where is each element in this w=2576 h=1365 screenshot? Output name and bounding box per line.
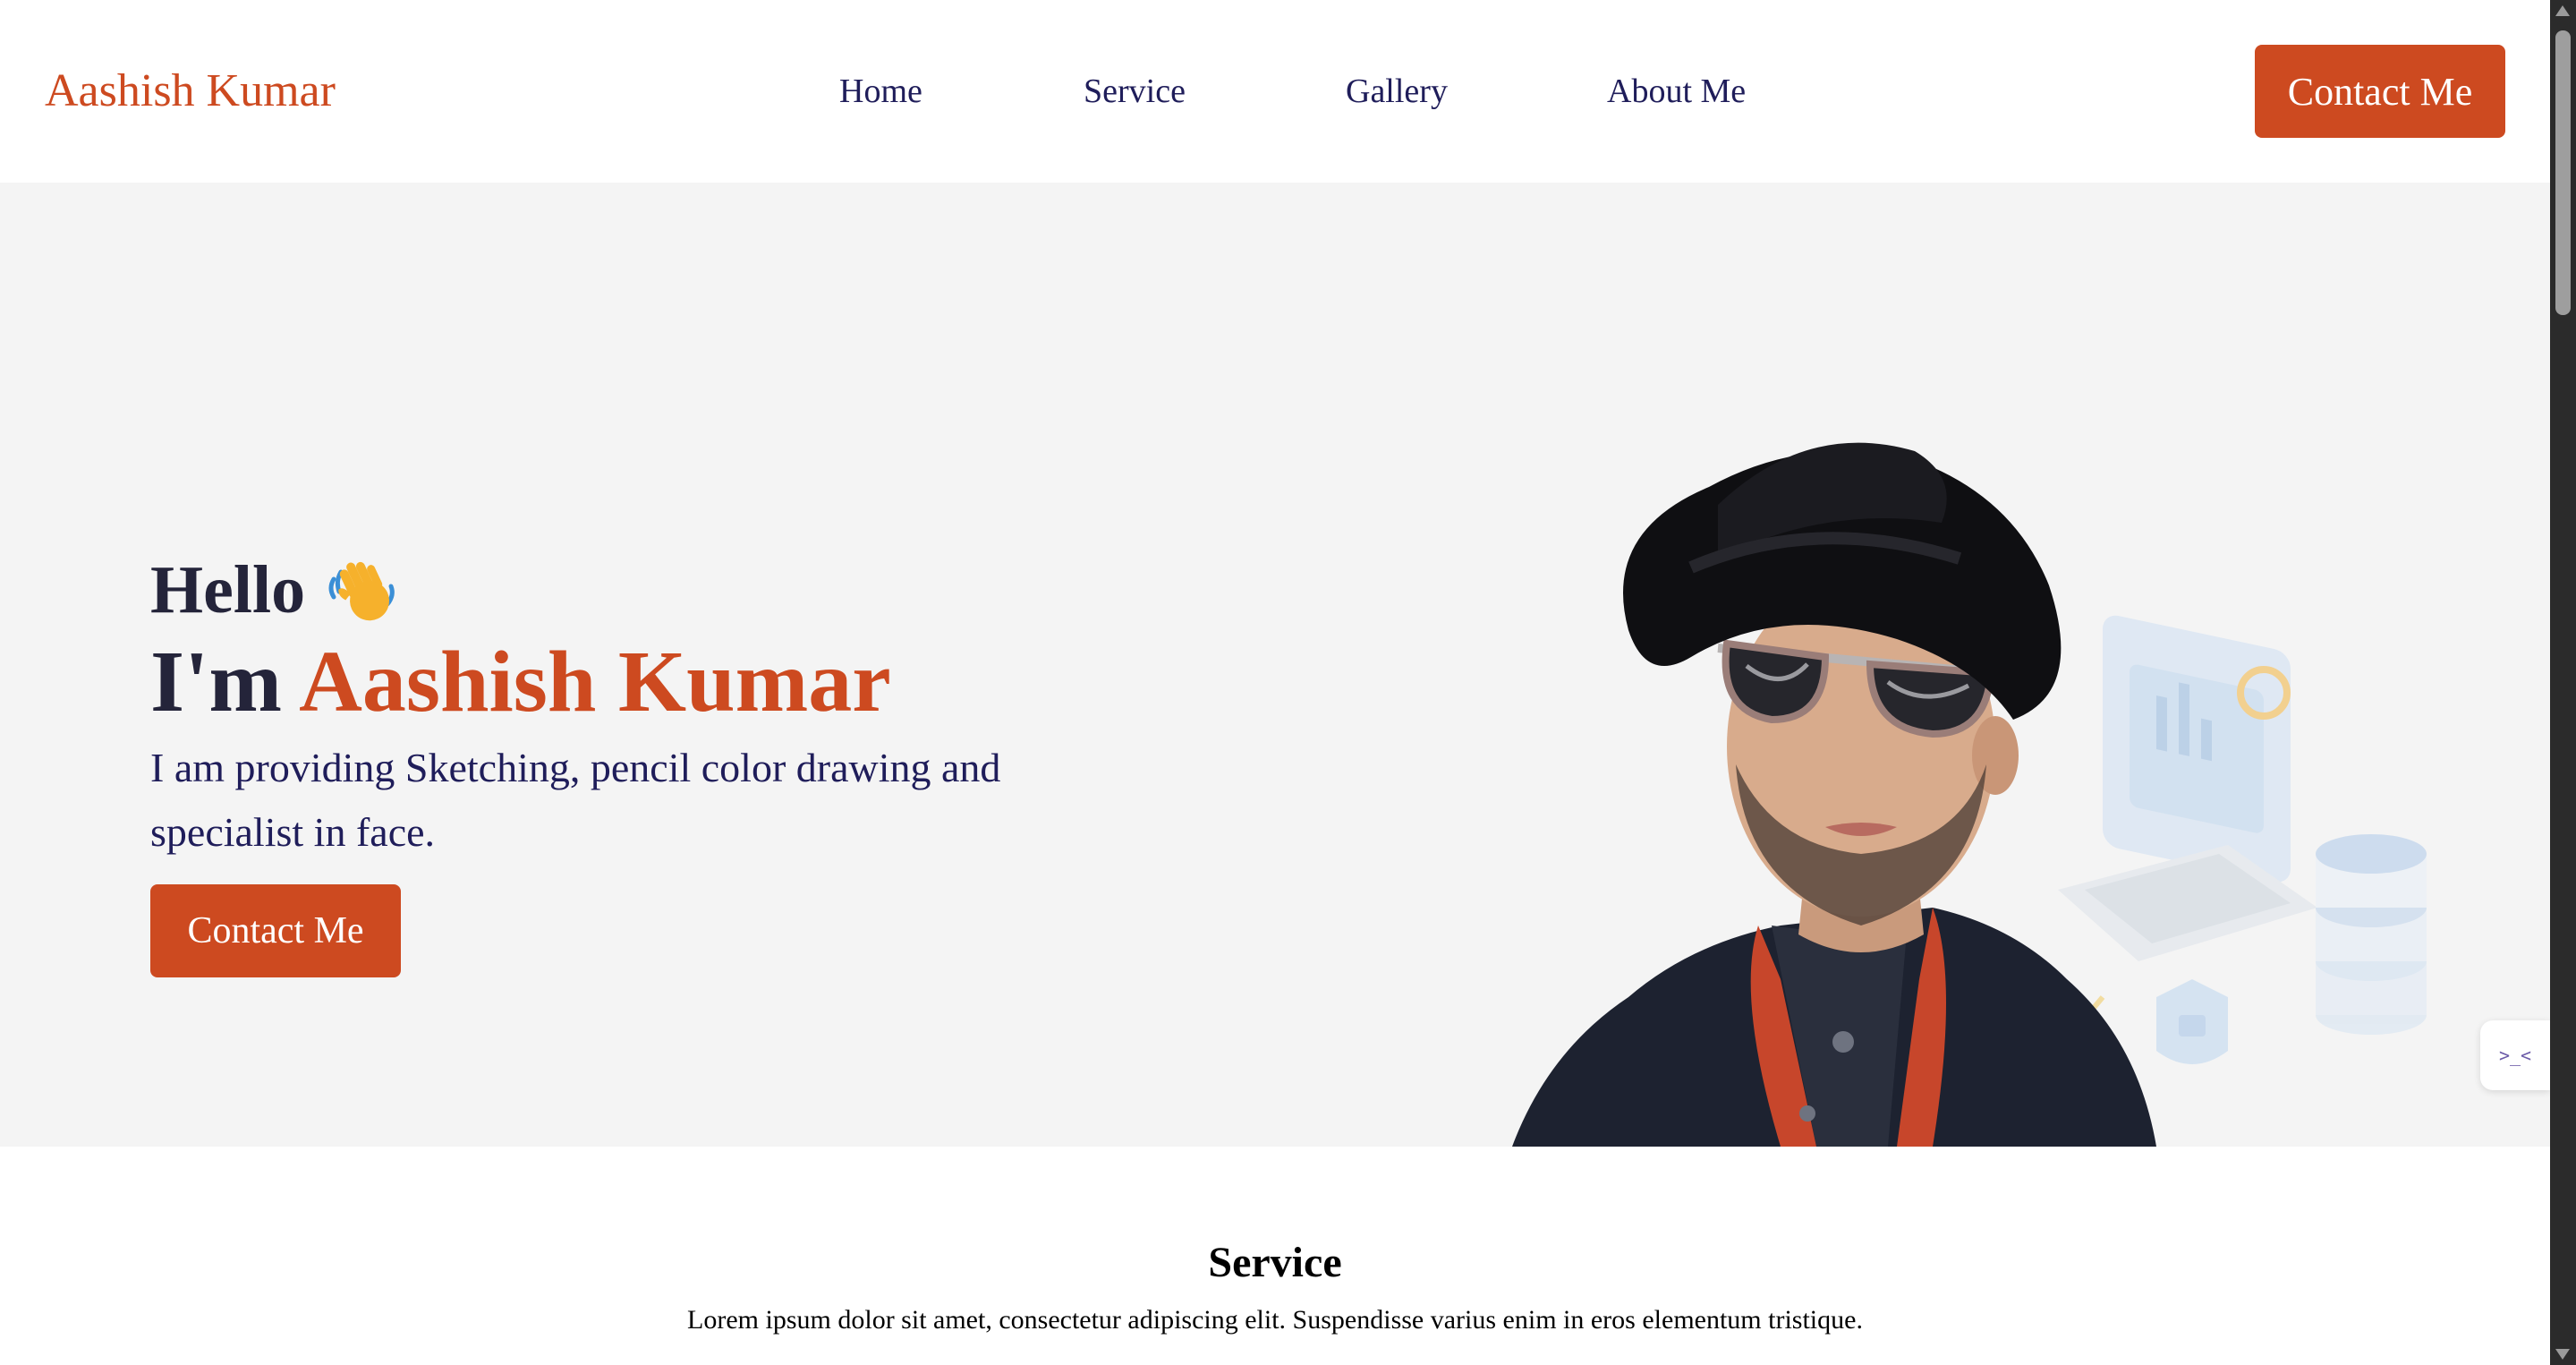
navbar: Aashish Kumar Home Service Gallery About…: [0, 0, 2550, 183]
widget-face-icon: >_<: [2498, 1045, 2532, 1066]
scroll-thumb[interactable]: [2555, 30, 2571, 315]
waving-hand-icon: [328, 561, 395, 621]
portrait-illustration: [1512, 442, 2427, 1147]
site-logo[interactable]: Aashish Kumar: [45, 63, 336, 120]
hero-intro-prefix: I'm: [150, 634, 300, 730]
hero-greeting: Hello: [150, 550, 400, 630]
hero-section: Hello I'm Aashish Kumar I am providing S…: [0, 183, 2550, 1147]
scroll-down-arrow-icon[interactable]: [2555, 1349, 2570, 1360]
nav-link-home[interactable]: Home: [839, 66, 922, 116]
hero-contact-button[interactable]: Contact Me: [150, 884, 401, 977]
floating-helper-widget[interactable]: >_<: [2480, 1020, 2550, 1090]
hero-greeting-text: Hello: [150, 552, 306, 627]
hero-name: Aashish Kumar: [299, 634, 891, 730]
scroll-up-arrow-icon[interactable]: [2555, 5, 2570, 16]
nav-link-about-me[interactable]: About Me: [1607, 66, 1746, 116]
service-description: Lorem ipsum dolor sit amet, consectetur …: [687, 1305, 1863, 1335]
service-section: Service Lorem ipsum dolor sit amet, cons…: [0, 1147, 2550, 1365]
hero-headline: I'm Aashish Kumar: [150, 630, 891, 734]
nav-link-service[interactable]: Service: [1084, 66, 1186, 116]
nav-contact-button[interactable]: Contact Me: [2255, 45, 2505, 138]
service-title: Service: [1208, 1239, 1342, 1286]
nav-link-gallery[interactable]: Gallery: [1346, 66, 1448, 116]
hero-tagline: I am providing Sketching, pencil color d…: [150, 745, 1001, 855]
background-tech-illustration: [2055, 615, 2427, 1064]
vertical-scrollbar[interactable]: [2550, 0, 2576, 1365]
